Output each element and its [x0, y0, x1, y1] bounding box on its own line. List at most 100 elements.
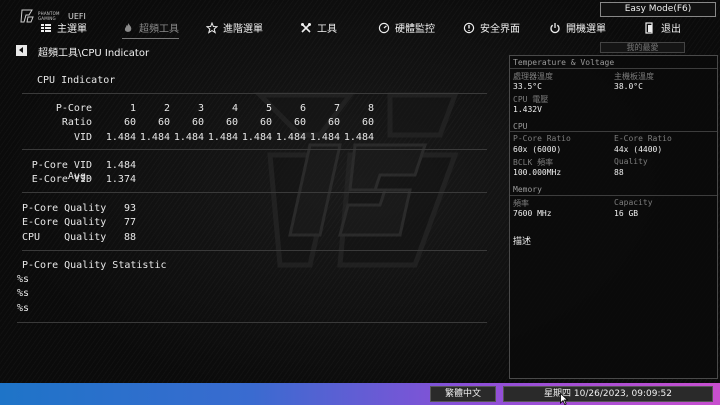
mouse-cursor-icon: [560, 393, 568, 405]
description-title: 描述: [513, 237, 532, 247]
tab-security[interactable]: 安全界面: [463, 20, 520, 35]
tab-main-label: 主選單: [57, 24, 87, 35]
vid-label: VID: [73, 132, 92, 143]
e-core-ratio-value: 44x (4400): [614, 145, 663, 154]
mem-freq-value: 7600 MHz: [513, 209, 552, 218]
statistic-line: %s: [17, 288, 30, 299]
cpu-indicator-panel: CPU Indicator P-Core 1 2 3 4 5 6 7 8 Rat…: [0, 60, 505, 380]
quality-value: 88: [614, 168, 624, 177]
core-column-header: 5: [265, 103, 272, 114]
section-divider: [510, 68, 717, 69]
vid-value: 1.484: [173, 132, 204, 143]
exit-icon: [645, 21, 653, 34]
e-core-vid-value: 1.374: [105, 174, 136, 185]
ratio-value: 60: [259, 117, 272, 128]
ratio-value: 60: [123, 117, 136, 128]
quality-statistic-title: P-Core Quality Statistic: [22, 260, 167, 271]
cpu-quality-value: 88: [123, 232, 136, 243]
mb-temp-value: 38.0°C: [614, 82, 643, 91]
tab-advanced[interactable]: 進階選單: [206, 20, 263, 35]
p-core-quality-label: P-Core Quality: [22, 203, 107, 214]
top-bar: PHANTOM GAMING UEFI 主選單 超頻工具 進階選單 工具 硬體監…: [0, 0, 720, 40]
back-button[interactable]: [16, 45, 27, 56]
p-core-vid-avg-value: 1.484: [105, 160, 136, 171]
shield-icon: [463, 22, 475, 33]
cpu-temp-value: 33.5°C: [513, 82, 542, 91]
p-core-header-label: P-Core: [55, 103, 92, 114]
system-info-panel: Temperature & Voltage 處理器溫度 主機板溫度 33.5°C…: [509, 55, 718, 379]
tab-tools[interactable]: 工具: [300, 20, 337, 35]
tab-hw-monitor-label: 硬體監控: [395, 24, 435, 35]
phantom-gaming-logo-icon: [20, 9, 34, 23]
e-core-quality-value: 77: [123, 217, 136, 228]
e-core-vid-label: E-Core VID: [31, 174, 92, 185]
star-icon: [206, 21, 218, 34]
ratio-value: 60: [361, 117, 374, 128]
divider: [22, 250, 487, 251]
capacity-label: Capacity: [614, 198, 653, 207]
tools-icon: [301, 22, 311, 33]
vid-value: 1.484: [105, 132, 136, 143]
vid-value: 1.484: [207, 132, 238, 143]
quality-label: Quality: [614, 157, 648, 166]
tab-oc-tweaker[interactable]: 超頻工具: [122, 20, 179, 39]
divider: [22, 192, 487, 193]
ratio-value: 60: [157, 117, 170, 128]
core-column-header: 7: [333, 103, 340, 114]
monitor-icon: [378, 22, 390, 33]
vid-value: 1.484: [309, 132, 340, 143]
statistic-line: %s: [17, 274, 30, 285]
tab-main[interactable]: 主選單: [40, 20, 87, 35]
vid-value: 1.484: [241, 132, 272, 143]
ratio-value: 60: [225, 117, 238, 128]
capacity-value: 16 GB: [614, 209, 639, 218]
status-bar: 繁體中文 星期四 10/26/2023, 09:09:52: [0, 383, 720, 405]
cpu-voltage-label: CPU 電壓: [513, 95, 549, 104]
cpu-section-title: CPU: [513, 122, 528, 131]
tab-boot-label: 開機選單: [566, 24, 606, 35]
date-time-display[interactable]: 星期四 10/26/2023, 09:09:52: [503, 386, 713, 402]
bclk-value: 100.000MHz: [513, 168, 562, 177]
core-column-header: 3: [197, 103, 204, 114]
vid-value: 1.484: [139, 132, 170, 143]
tab-tools-label: 工具: [317, 24, 337, 35]
flame-icon: [124, 22, 132, 32]
favorites-button[interactable]: 我的最愛: [600, 42, 685, 53]
core-column-header: 2: [163, 103, 170, 114]
core-column-header: 6: [299, 103, 306, 114]
mb-temp-label: 主機板溫度: [614, 72, 654, 81]
tab-exit[interactable]: 退出: [644, 20, 681, 35]
language-button[interactable]: 繁體中文: [430, 386, 496, 402]
menu-icon: [41, 23, 51, 32]
section-divider: [510, 131, 717, 132]
divider: [22, 149, 487, 150]
tab-security-label: 安全界面: [480, 24, 520, 35]
ratio-value: 60: [293, 117, 306, 128]
tab-exit-label: 退出: [661, 24, 681, 35]
tab-boot[interactable]: 開機選單: [549, 20, 606, 35]
core-column-header: 4: [231, 103, 238, 114]
vid-value: 1.484: [343, 132, 374, 143]
divider: [22, 93, 487, 94]
tab-hw-monitor[interactable]: 硬體監控: [378, 20, 435, 35]
tab-advanced-label: 進階選單: [223, 24, 263, 35]
cpu-temp-label: 處理器溫度: [513, 72, 553, 81]
p-core-quality-value: 93: [123, 203, 136, 214]
core-column-header: 8: [367, 103, 374, 114]
vid-value: 1.484: [275, 132, 306, 143]
breadcrumb: 超頻工具\CPU Indicator: [38, 48, 150, 59]
ratio-value: 60: [191, 117, 204, 128]
ratio-label: Ratio: [61, 117, 92, 128]
e-core-ratio-label: E-Core Ratio: [614, 134, 672, 143]
e-core-quality-label: E-Core Quality: [22, 217, 107, 228]
section-divider: [510, 195, 717, 196]
p-core-ratio-label: P-Core Ratio: [513, 134, 571, 143]
section-title: CPU Indicator: [37, 75, 116, 86]
p-core-ratio-value: 60x (6000): [513, 145, 562, 154]
memory-section-title: Memory: [513, 185, 542, 194]
power-icon: [550, 22, 560, 33]
ratio-value: 60: [327, 117, 340, 128]
bclk-label: BCLK 頻率: [513, 158, 554, 167]
cpu-voltage-value: 1.432V: [513, 105, 542, 114]
easy-mode-button[interactable]: Easy Mode(F6): [600, 2, 716, 17]
